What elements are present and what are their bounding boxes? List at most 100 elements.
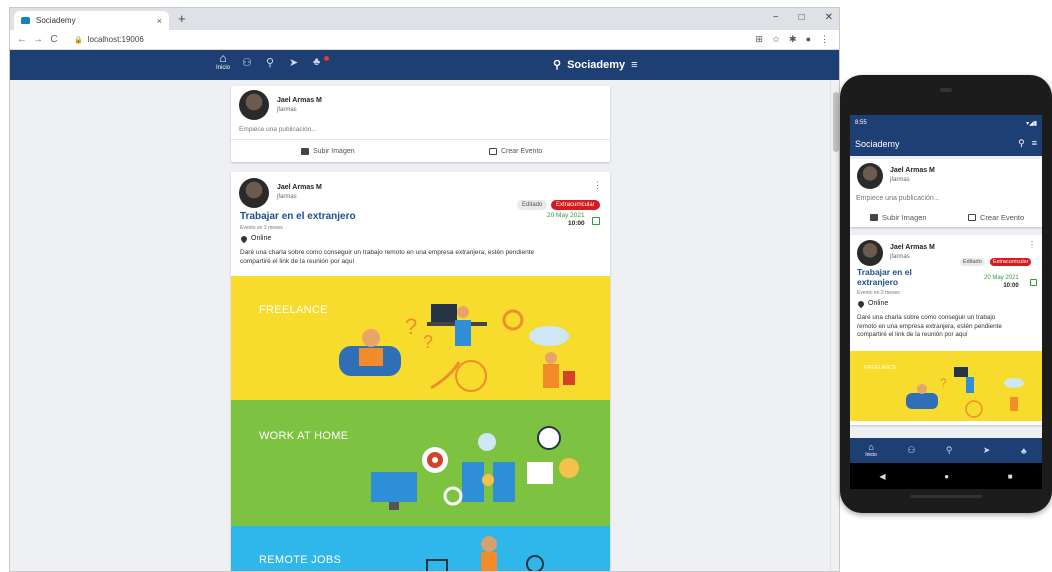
post-body-line1: Daré una charla sobre como conseguir un …: [857, 314, 996, 321]
profile-nav-icon[interactable]: ⚲: [946, 445, 953, 456]
composer-card: Jael Armas M jfarmas Empiece una publica…: [231, 86, 610, 162]
app-header: ⌂ Inicio ⚇ ⚲ ➤ ♣ ⚲ Sociademy ≡: [10, 50, 839, 80]
avatar[interactable]: [857, 240, 883, 266]
avatar[interactable]: [857, 163, 883, 189]
event-time: 10:00: [1003, 283, 1019, 289]
star-icon[interactable]: ☆: [772, 34, 780, 45]
location: Online: [239, 234, 271, 243]
svg-text:?: ?: [405, 314, 417, 339]
post-user-name[interactable]: Jael Armas M: [890, 244, 935, 251]
post-image-remote-jobs[interactable]: REMOTE JOBS: [231, 526, 610, 571]
post-subtitle: Evento en 2 meses: [857, 290, 900, 296]
post-body-line1: Daré una charla sobre como conseguir un …: [240, 249, 535, 256]
scrollbar-thumb[interactable]: [833, 92, 839, 152]
post-input[interactable]: Empiece una publicación...: [856, 195, 940, 202]
image-caption: WORK AT HOME: [259, 430, 349, 442]
category-badge: Extracurricular: [551, 200, 600, 210]
signal-battery-icon: ▾◢▮: [1026, 120, 1037, 127]
bell-icon[interactable]: ♣: [313, 56, 320, 68]
groups-icon[interactable]: ⚇: [242, 56, 252, 69]
url-field[interactable]: localhost:19006: [88, 35, 756, 44]
user-name[interactable]: Jael Armas M: [277, 97, 322, 104]
post-title[interactable]: Trabajar en el extranjero: [857, 267, 912, 287]
reload-button[interactable]: C: [48, 34, 60, 45]
divider: [231, 139, 610, 140]
search-icon[interactable]: ⚲: [1018, 138, 1025, 149]
post-image-freelance[interactable]: FREELANCE ?: [850, 351, 1042, 421]
mobile-post-card: Jael Armas M jfarmas ⋮ Editado Extracurr…: [850, 235, 1042, 425]
post-body: Daré una charla sobre como conseguir un …: [857, 314, 1037, 340]
create-event-button[interactable]: Crear Evento: [968, 213, 1024, 222]
event-date-value: 20 May 2021: [984, 275, 1019, 281]
recents-square-icon[interactable]: ■: [1008, 472, 1013, 481]
more-options-icon[interactable]: ⋮: [593, 180, 602, 191]
post-title-line2: extranjero: [857, 277, 899, 287]
profile-icon[interactable]: ●: [806, 34, 811, 45]
upload-image-button[interactable]: Subir Imagen: [301, 148, 355, 155]
profile-nav-icon[interactable]: ⚲: [266, 56, 274, 69]
calendar-icon[interactable]: [592, 217, 600, 225]
user-name[interactable]: Jael Armas M: [890, 167, 935, 174]
hamburger-icon[interactable]: ≡: [1032, 138, 1037, 149]
status-time: 8:55: [855, 120, 867, 126]
create-event-label: Crear Evento: [980, 213, 1025, 222]
nav-home[interactable]: ⌂ Inicio: [865, 442, 877, 459]
home-icon: ⌂: [219, 51, 227, 65]
send-icon[interactable]: ➤: [289, 56, 298, 69]
menu-icon[interactable]: ⋮: [820, 34, 829, 45]
nav-home[interactable]: ⌂ Inicio: [216, 51, 230, 72]
post-body-line2: compartiré el link de la reunión por aqu…: [240, 258, 355, 265]
forward-button[interactable]: →: [32, 34, 44, 45]
home-circle-icon[interactable]: ●: [944, 472, 949, 481]
extensions-icon[interactable]: ✱: [789, 34, 797, 45]
tab-title: Sociademy: [36, 16, 76, 25]
location: Online: [856, 299, 889, 308]
avatar[interactable]: [239, 90, 269, 120]
post-image-freelance[interactable]: FREELANCE ? ?: [231, 276, 610, 400]
event-date: 20 May 2021 10:00: [984, 274, 1019, 290]
user-handle: jfarmas: [277, 107, 297, 113]
lock-icon[interactable]: 🔒: [74, 36, 83, 44]
upload-image-label: Subir Imagen: [313, 148, 355, 155]
event-date: 20 May 2021 10:00: [547, 212, 585, 228]
upload-image-button[interactable]: Subir Imagen: [870, 213, 927, 222]
close-tab-icon[interactable]: ×: [157, 16, 162, 26]
avatar[interactable]: [239, 178, 269, 208]
location-label: Online: [868, 300, 889, 307]
bell-icon[interactable]: ♣: [1021, 446, 1027, 456]
nav-home-label: Inicio: [865, 451, 877, 458]
mobile-app-header: Sociademy ⚲ ≡: [850, 131, 1042, 156]
mobile-status-bar: 8:55 ▾◢▮: [850, 115, 1042, 131]
mobile-screen: 8:55 ▾◢▮ Sociademy ⚲ ≡ Jael Armas M jfar…: [850, 115, 1042, 489]
back-triangle-icon[interactable]: ◀: [879, 472, 885, 481]
more-options-icon[interactable]: ⋮: [1028, 240, 1036, 249]
back-button[interactable]: ←: [16, 34, 28, 45]
maximize-button[interactable]: □: [799, 10, 805, 26]
page-scrollbar[interactable]: [830, 80, 839, 571]
post-body: Daré una charla sobre como conseguir un …: [240, 248, 605, 266]
post-user-handle: jfarmas: [890, 254, 910, 260]
hamburger-icon[interactable]: ≡: [631, 59, 637, 71]
minimize-button[interactable]: −: [773, 10, 779, 26]
address-bar: ← → C 🔒 localhost:19006 ⊞ ☆ ✱ ● ⋮: [10, 30, 839, 50]
post-title[interactable]: Trabajar en el extranjero: [240, 211, 356, 222]
post-subtitle: Evento en 2 meses: [240, 225, 283, 231]
post-user-name[interactable]: Jael Armas M: [277, 184, 322, 191]
search-icon[interactable]: ⚲: [553, 58, 561, 71]
phone-speaker: [910, 495, 982, 498]
send-icon[interactable]: ➤: [983, 445, 991, 456]
image-icon: [870, 214, 878, 221]
upload-image-label: Subir Imagen: [882, 213, 927, 222]
mobile-device: 8:55 ▾◢▮ Sociademy ⚲ ≡ Jael Armas M jfar…: [840, 75, 1052, 513]
android-nav-bar: ◀ ● ■: [850, 463, 1042, 489]
image-caption: FREELANCE: [864, 365, 897, 371]
close-window-button[interactable]: ✕: [825, 10, 833, 26]
groups-icon[interactable]: ⚇: [907, 445, 915, 456]
new-tab-button[interactable]: +: [178, 11, 186, 27]
post-image-work-at-home[interactable]: WORK AT HOME: [231, 400, 610, 526]
post-input[interactable]: Empiece una publicación...: [239, 126, 317, 133]
create-event-button[interactable]: Crear Evento: [489, 148, 542, 155]
browser-tab[interactable]: Sociademy ×: [14, 11, 169, 30]
translate-icon[interactable]: ⊞: [755, 34, 763, 45]
calendar-icon[interactable]: [1030, 279, 1037, 286]
